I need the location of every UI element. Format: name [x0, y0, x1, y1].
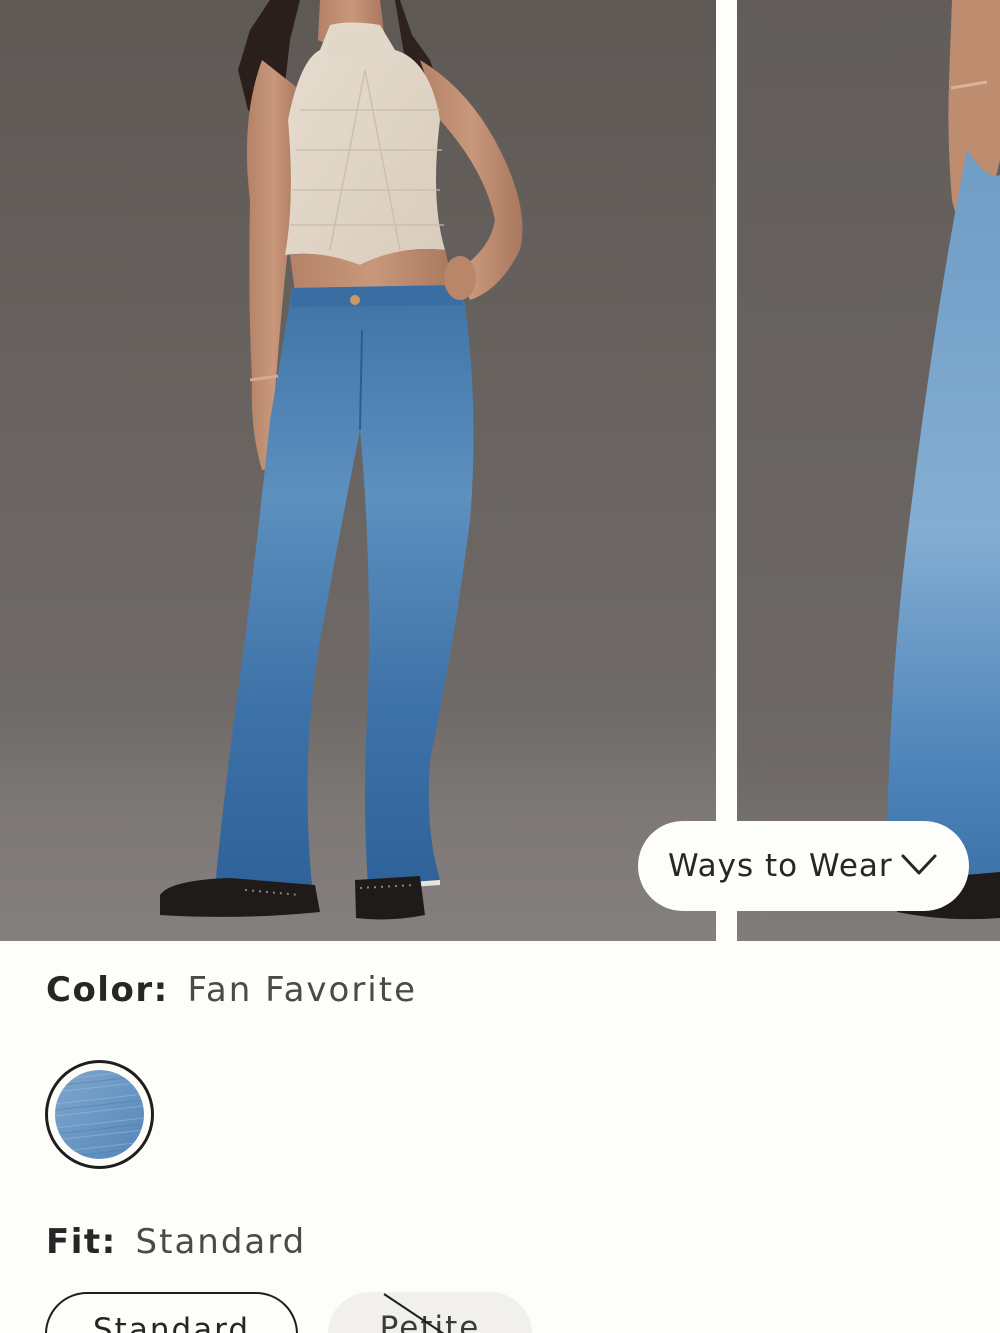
ways-to-wear-label: Ways to Wear	[668, 848, 893, 884]
product-photo-detail	[737, 0, 1000, 941]
color-label: Color:	[46, 970, 169, 1010]
color-swatch-fan-favorite[interactable]	[45, 1060, 154, 1169]
color-selection-heading: Color: Fan Favorite	[46, 970, 417, 1010]
color-value: Fan Favorite	[187, 970, 417, 1010]
product-image-detail[interactable]	[737, 0, 1000, 941]
product-image-front[interactable]	[0, 0, 716, 941]
fit-option-label: Standard	[92, 1312, 251, 1333]
chevron-down-icon	[901, 854, 937, 875]
fit-option-standard[interactable]: Standard	[45, 1292, 298, 1333]
fit-selection-heading: Fit: Standard	[46, 1222, 306, 1262]
fit-option-petite[interactable]: Petite	[328, 1292, 532, 1333]
ways-to-wear-button[interactable]: Ways to Wear	[638, 821, 969, 911]
product-photo-front	[0, 0, 716, 941]
product-image-carousel[interactable]: Ways to Wear	[0, 0, 1000, 941]
denim-texture-swatch	[55, 1070, 144, 1159]
unavailable-strike-icon	[383, 1293, 445, 1333]
fit-label: Fit:	[46, 1222, 117, 1262]
fit-value: Standard	[135, 1222, 307, 1262]
product-page: Ways to Wear Color: Fan Favorite Fit: St…	[0, 0, 1000, 1333]
